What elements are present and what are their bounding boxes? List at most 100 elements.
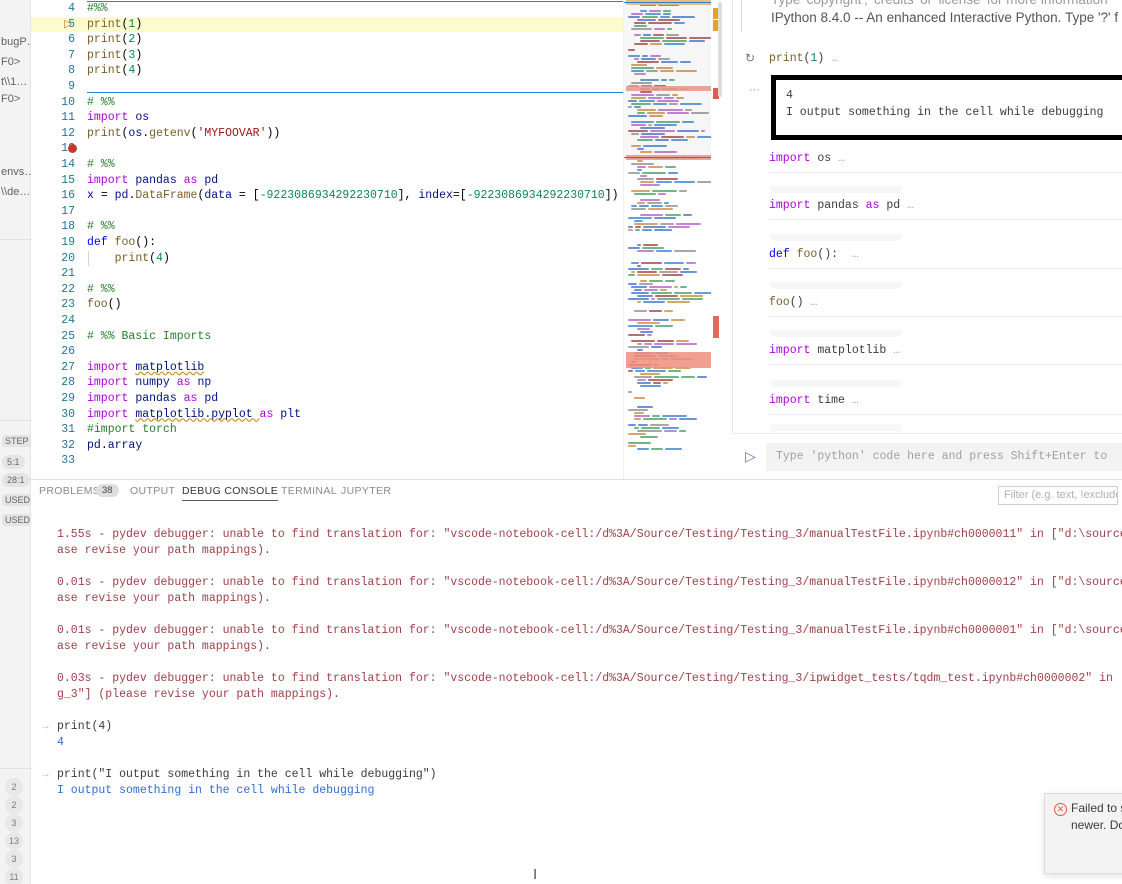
- panel-tab-terminal[interactable]: TERMINAL: [281, 485, 337, 497]
- editor-line[interactable]: 12print(os.getenv('MYFOOVAR')): [31, 126, 623, 142]
- minimap-code-line: [640, 280, 647, 282]
- editor-line[interactable]: 21: [31, 266, 623, 282]
- editor-line[interactable]: 20 print(4): [31, 251, 623, 267]
- debug-console-output[interactable]: > 1.55s - pydev debugger: unable to find…: [31, 510, 1122, 884]
- editor-line[interactable]: 8print(4): [31, 63, 623, 79]
- run-cell-play-icon[interactable]: ▷: [64, 17, 72, 33]
- editor-line[interactable]: 10# %%: [31, 95, 623, 111]
- minimap-code-line: [654, 376, 679, 378]
- text-cursor-ibeam: I: [533, 866, 537, 883]
- count-bubble-5[interactable]: 11: [5, 868, 23, 884]
- interactive-window-input[interactable]: Type 'python' code here and press Shift+…: [766, 443, 1122, 471]
- strip-label-1[interactable]: F0>: [1, 56, 31, 68]
- interactive-cell-6[interactable]: import time …: [733, 394, 1122, 414]
- interactive-cell-0[interactable]: print(1) …↻: [733, 52, 1122, 72]
- strip-chip-0[interactable]: STEP: [2, 435, 32, 447]
- minimap-code-line: [634, 310, 647, 312]
- editor-line[interactable]: 27import matplotlib: [31, 360, 623, 376]
- editor-line[interactable]: 6print(2): [31, 32, 623, 48]
- editor-line[interactable]: 22# %%: [31, 282, 623, 298]
- editor-overview-ruler[interactable]: [711, 0, 723, 479]
- editor-line[interactable]: 5print(1): [31, 17, 623, 33]
- count-bubble-2[interactable]: 3: [5, 814, 23, 832]
- count-bubble-1[interactable]: 2: [5, 796, 23, 814]
- strip-label-2[interactable]: t\\1…: [1, 76, 31, 88]
- editor-line[interactable]: 19def foo():: [31, 235, 623, 251]
- minimap-code-line: [651, 298, 655, 300]
- minimap-code-line: [655, 325, 673, 327]
- count-bubble-4[interactable]: 3: [5, 850, 23, 868]
- strip-label-5[interactable]: \\de…: [1, 186, 31, 198]
- editor-line[interactable]: 7print(3): [31, 48, 623, 64]
- panel-filter-input[interactable]: Filter (e.g. text, !exclude): [998, 486, 1118, 505]
- editor-line[interactable]: 30import matplotlib.pyplot as plt: [31, 407, 623, 423]
- editor-minimap[interactable]: [623, 0, 721, 479]
- strip-chip-4[interactable]: USED: [2, 514, 33, 526]
- bottom-panel[interactable]: PROBLEMS38OUTPUTDEBUG CONSOLETERMINALJUP…: [31, 479, 1122, 884]
- minimap-code-line: [683, 268, 689, 270]
- code-token: ],: [398, 189, 419, 202]
- notification-toast[interactable]: ✕ Failed to sa newer. Do y: [1044, 793, 1122, 874]
- editor-line[interactable]: 26: [31, 344, 623, 360]
- interactive-window[interactable]: Type 'copyright', 'credits' or 'license'…: [732, 0, 1122, 479]
- strip-label-3[interactable]: F0>: [1, 93, 31, 105]
- cell-gutter-ellipsis[interactable]: ···: [749, 84, 760, 96]
- editor-line[interactable]: 14# %%: [31, 157, 623, 173]
- count-bubble-0[interactable]: 2: [5, 778, 23, 796]
- editor-line[interactable]: 18# %%: [31, 219, 623, 235]
- minimap-code-line: [676, 340, 689, 342]
- minimap-code-line: [648, 166, 663, 168]
- minimap-code-line: [660, 223, 674, 225]
- panel-tab-output[interactable]: OUTPUT: [130, 485, 175, 497]
- code-token: ): [135, 49, 142, 62]
- interactive-window-input-bar[interactable]: ▷ Type 'python' code here and press Shif…: [732, 433, 1122, 479]
- minimap-code-line: [640, 385, 661, 387]
- minimap-code-line: [676, 223, 701, 225]
- editor-line[interactable]: 33: [31, 453, 623, 469]
- strip-label-0[interactable]: bugP…: [1, 36, 31, 48]
- code-token: ]): [605, 189, 619, 202]
- editor-line[interactable]: 16x = pd.DataFrame(data = [-922308693429…: [31, 188, 623, 204]
- editor-line[interactable]: 15import pandas as pd: [31, 173, 623, 189]
- strip-chip-2[interactable]: 28:1: [2, 473, 30, 487]
- interactive-cell-1[interactable]: import os …: [733, 152, 1122, 172]
- panel-tab-problems[interactable]: PROBLEMS: [39, 485, 100, 497]
- editor-line[interactable]: 29import pandas as pd: [31, 391, 623, 407]
- editor-line[interactable]: 32pd.array: [31, 438, 623, 454]
- count-bubble-3[interactable]: 13: [5, 832, 23, 850]
- panel-tab-bar[interactable]: PROBLEMS38OUTPUTDEBUG CONSOLETERMINALJUP…: [31, 480, 1122, 510]
- editor-line[interactable]: 11import os: [31, 110, 623, 126]
- editor-line[interactable]: 23foo(): [31, 297, 623, 313]
- interactive-cell-3[interactable]: def foo(): …: [733, 248, 1122, 268]
- minimap-code-line: [681, 376, 695, 378]
- editor-line[interactable]: 24: [31, 313, 623, 329]
- minimap-viewport-slider[interactable]: [624, 0, 721, 160]
- interactive-header-rule: [741, 0, 742, 32]
- code-editor[interactable]: 4#%%5print(1)▷6print(2)7print(3)8print(4…: [31, 0, 623, 479]
- interactive-cell-4[interactable]: foo() …: [733, 296, 1122, 316]
- minimap-code-line: [641, 427, 660, 429]
- minimap-code-line: [665, 448, 682, 450]
- panel-tab-debug-console[interactable]: DEBUG CONSOLE: [182, 485, 278, 501]
- editor-vertical-scrollbar[interactable]: [718, 2, 722, 97]
- editor-line[interactable]: 25# %% Basic Imports: [31, 329, 623, 345]
- minimap-code-line: [653, 319, 669, 321]
- minimap-code-line: [679, 430, 686, 432]
- editor-line[interactable]: 17: [31, 204, 623, 220]
- editor-line[interactable]: 4#%%: [31, 1, 623, 17]
- panel-tab-jupyter[interactable]: JUPYTER: [341, 485, 391, 497]
- minimap-code-line: [680, 295, 703, 297]
- strip-chip-3[interactable]: USED: [2, 494, 33, 506]
- code-token: numpy: [135, 376, 176, 389]
- editor-line[interactable]: 28import numpy as np: [31, 375, 623, 391]
- interactive-cell-2[interactable]: import pandas as pd …: [733, 199, 1122, 219]
- play-triangle-icon[interactable]: ▷: [745, 448, 756, 465]
- editor-line[interactable]: 31#import torch: [31, 422, 623, 438]
- strip-label-4[interactable]: envs…: [1, 166, 31, 178]
- strip-chip-1[interactable]: 5:1: [2, 455, 25, 469]
- minimap-code-line: [640, 175, 647, 177]
- minimap-code-line: [640, 199, 660, 201]
- editor-line[interactable]: 13: [31, 141, 623, 157]
- interactive-cell-5[interactable]: import matplotlib …: [733, 344, 1122, 364]
- minimap-code-line: [674, 292, 692, 294]
